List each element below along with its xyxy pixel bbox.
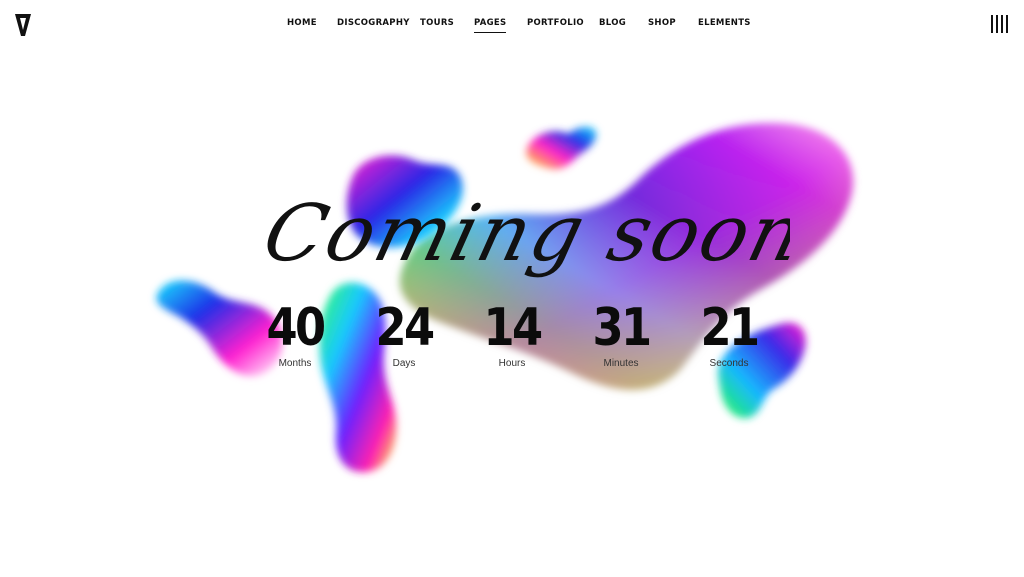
script-title-art: Coming soon — [255, 187, 814, 279]
countdown-seconds: 21 Seconds — [674, 300, 784, 369]
countdown-minutes: 31 Minutes — [566, 300, 676, 369]
countdown-months: 40 Months — [240, 300, 350, 369]
svg-text:Coming soon: Coming soon — [255, 187, 790, 279]
countdown-hours: 14 Hours — [457, 300, 567, 369]
coming-soon-title: Coming soon — [250, 170, 814, 290]
countdown-label: Seconds — [709, 358, 749, 369]
countdown-value: 14 — [483, 298, 543, 358]
countdown-value: 21 — [700, 298, 760, 358]
countdown-value: 31 — [592, 298, 652, 358]
countdown-days: 24 Days — [349, 300, 459, 369]
countdown-value: 40 — [266, 298, 326, 358]
countdown-label: Hours — [498, 358, 526, 369]
countdown-label: Days — [392, 358, 416, 369]
countdown-label: Minutes — [603, 358, 639, 369]
countdown-label: Months — [278, 358, 312, 369]
countdown-value: 24 — [375, 298, 435, 358]
